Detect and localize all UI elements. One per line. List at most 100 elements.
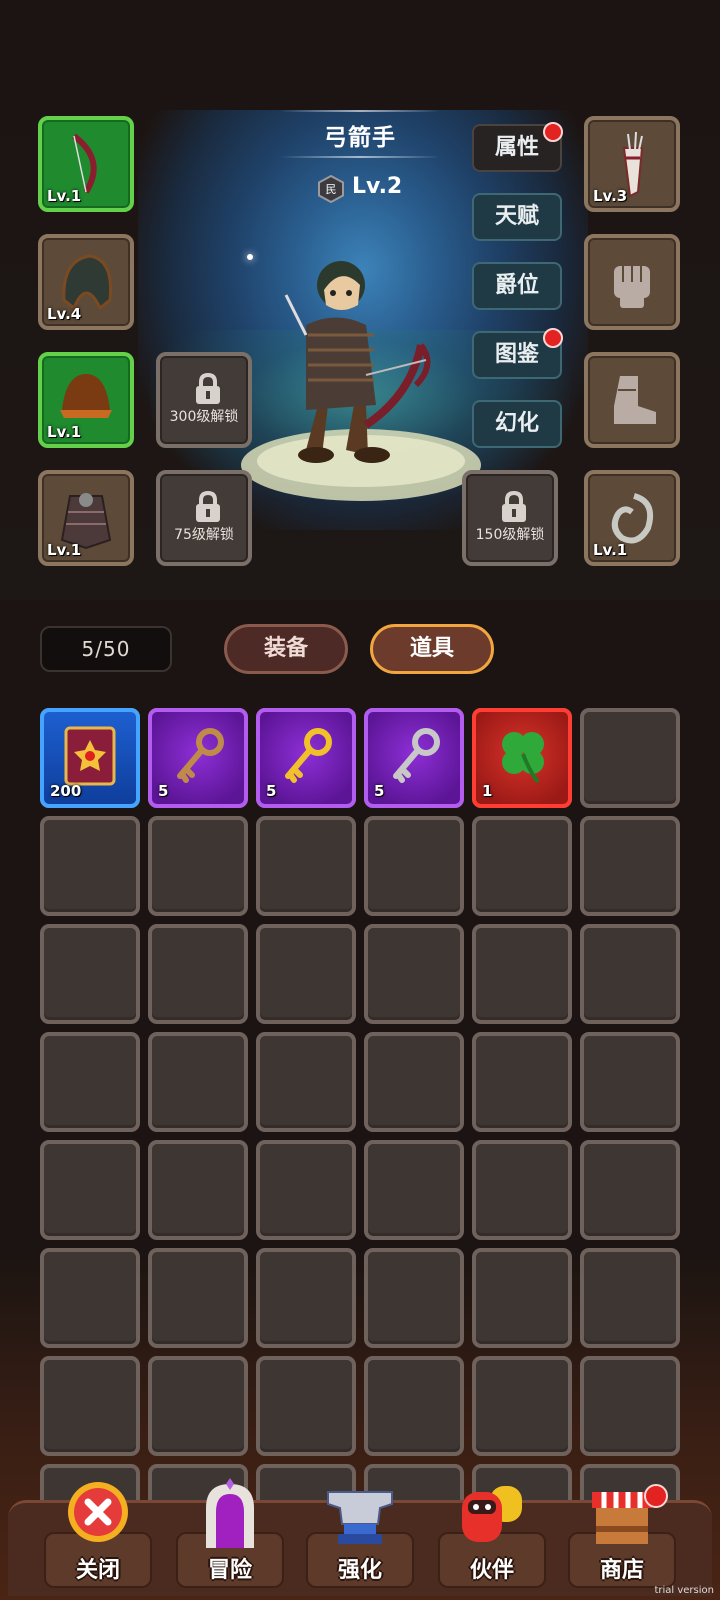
slot-level: Lv.1: [593, 541, 628, 559]
tab-items[interactable]: 道具: [370, 624, 494, 674]
anvil-icon: [327, 1491, 393, 1544]
inventory-slot[interactable]: [580, 1248, 680, 1348]
portal-icon: [206, 1478, 254, 1548]
close-icon: [68, 1482, 128, 1542]
inventory-slot[interactable]: [148, 1140, 248, 1240]
inventory-slot[interactable]: [472, 1356, 572, 1456]
inventory-slot[interactable]: [40, 1032, 140, 1132]
tab-equipment[interactable]: 装备: [224, 624, 348, 674]
slot-boots-empty[interactable]: [584, 352, 680, 448]
hero-level: 民 Lv.2: [318, 172, 418, 206]
silver-key-icon: [393, 728, 440, 783]
slot-gloves-empty[interactable]: [584, 234, 680, 330]
inventory-item-gold-key[interactable]: 5: [256, 708, 356, 808]
slot-hood[interactable]: Lv.4: [38, 234, 134, 330]
inventory-slot[interactable]: [580, 1032, 680, 1132]
slot-ring[interactable]: Lv.1: [584, 470, 680, 566]
title-rank-button[interactable]: 爵位: [472, 262, 562, 310]
gold-key-icon: [285, 728, 332, 783]
slot-level: Lv.4: [47, 305, 82, 323]
inventory-slot[interactable]: [256, 924, 356, 1024]
slot-level: Lv.3: [593, 187, 628, 205]
inventory-slot[interactable]: [472, 816, 572, 916]
hero-name-banner: 弓箭手: [280, 110, 440, 158]
inventory-slot[interactable]: [40, 924, 140, 1024]
inventory-slot[interactable]: [472, 924, 572, 1024]
nav-label: 伙伴: [469, 1558, 514, 1583]
slot-level: Lv.1: [47, 541, 82, 559]
boot-icon: [614, 376, 656, 424]
hero-level-text: Lv.2: [352, 174, 403, 199]
archer-hero-figure[interactable]: [236, 255, 486, 505]
slot-level: Lv.1: [47, 423, 82, 441]
inventory-slot[interactable]: [472, 1140, 572, 1240]
inventory-slot[interactable]: [580, 1140, 680, 1240]
nav-label: 商店: [599, 1558, 644, 1583]
inventory-slot[interactable]: [40, 1140, 140, 1240]
inventory-slot[interactable]: [256, 1356, 356, 1456]
inventory-slot[interactable]: [148, 1356, 248, 1456]
inventory-slot[interactable]: [364, 1248, 464, 1348]
inventory-slot[interactable]: [256, 1248, 356, 1348]
inventory-slot[interactable]: [580, 816, 680, 916]
item-count: 5: [374, 782, 385, 800]
inventory-slot[interactable]: [364, 1140, 464, 1240]
rank-badge-icon: 民: [318, 175, 344, 203]
inventory-slot[interactable]: [256, 816, 356, 916]
slot-armor[interactable]: Lv.1: [38, 470, 134, 566]
inventory-slot[interactable]: [256, 1140, 356, 1240]
lock-icon: [196, 490, 220, 522]
svg-text:民: 民: [326, 183, 337, 196]
notification-dot: [644, 1484, 668, 1508]
watermark: trial version: [654, 1585, 714, 1596]
item-count: 200: [50, 782, 82, 800]
slot-quiver[interactable]: Lv.3: [584, 116, 680, 212]
nav-label: 强化: [337, 1558, 382, 1583]
fist-icon: [614, 266, 650, 308]
inventory-slot[interactable]: [148, 924, 248, 1024]
inventory-slot[interactable]: [40, 1248, 140, 1348]
nav-partner[interactable]: 伙伴: [432, 1478, 552, 1598]
inventory-item-silver-key[interactable]: 5: [364, 708, 464, 808]
inventory-slot[interactable]: [148, 816, 248, 916]
lock-icon: [196, 372, 220, 404]
inventory-slot[interactable]: [472, 1248, 572, 1348]
inventory-slot[interactable]: [364, 1356, 464, 1456]
locked-slot-75[interactable]: 75级解锁: [156, 470, 252, 566]
inventory-slot[interactable]: [256, 1032, 356, 1132]
nav-label: 冒险: [207, 1558, 252, 1583]
item-count: 1: [482, 782, 493, 800]
inventory-slot[interactable]: [148, 1032, 248, 1132]
bronze-key-icon: [177, 728, 224, 783]
locked-slot-150[interactable]: 150级解锁: [462, 470, 558, 566]
nav-label: 关闭: [75, 1558, 120, 1583]
inventory-item-clover[interactable]: 1: [472, 708, 572, 808]
inventory-slot[interactable]: [580, 708, 680, 808]
notification-dot: [543, 328, 563, 348]
nav-adventure[interactable]: 冒险: [170, 1478, 290, 1598]
inventory-slot[interactable]: [580, 924, 680, 1024]
inventory-slot[interactable]: [364, 924, 464, 1024]
unlock-requirement: 300级解锁: [169, 409, 239, 425]
inventory-slot[interactable]: [580, 1356, 680, 1456]
inventory-item-spellbook[interactable]: 200: [40, 708, 140, 808]
inventory-slot[interactable]: [40, 816, 140, 916]
slot-helmet[interactable]: Lv.1: [38, 352, 134, 448]
locked-slot-300[interactable]: 300级解锁: [156, 352, 252, 448]
partner-icon: [462, 1486, 522, 1542]
nav-close[interactable]: 关闭: [38, 1478, 158, 1598]
inventory-slot[interactable]: [364, 1032, 464, 1132]
inventory-slot[interactable]: [148, 1248, 248, 1348]
lock-icon: [502, 490, 526, 522]
transform-button[interactable]: 幻化: [472, 400, 562, 448]
item-count: 5: [266, 782, 277, 800]
unlock-requirement: 150级解锁: [475, 527, 545, 543]
nav-enhance[interactable]: 强化: [300, 1478, 420, 1598]
inventory-capacity: 5/50: [40, 626, 172, 672]
inventory-slot[interactable]: [472, 1032, 572, 1132]
inventory-item-bronze-key[interactable]: 5: [148, 708, 248, 808]
inventory-slot[interactable]: [364, 816, 464, 916]
slot-weapon-bow[interactable]: Lv.1: [38, 116, 134, 212]
talent-button[interactable]: 天赋: [472, 193, 562, 241]
inventory-slot[interactable]: [40, 1356, 140, 1456]
